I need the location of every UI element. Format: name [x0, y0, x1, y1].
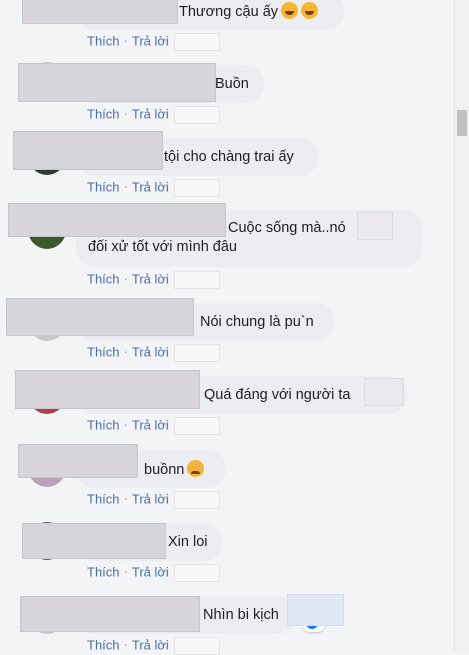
reply-link[interactable]: Trả lời — [132, 33, 169, 48]
redacted-timestamp — [173, 179, 220, 197]
redacted-name — [15, 370, 200, 409]
redacted-name — [13, 131, 163, 170]
like-link[interactable]: Thích — [87, 33, 120, 48]
scrollbar[interactable] — [454, 0, 469, 652]
like-link[interactable]: Thích — [87, 564, 120, 579]
separator: · — [123, 271, 128, 287]
redacted-timestamp — [173, 33, 220, 51]
separator: · — [123, 179, 128, 195]
comment-actions: Thích · Trả lời — [87, 417, 220, 435]
reply-link[interactable]: Trả lời — [132, 344, 169, 359]
comment-actions: Thích · Trả lời — [87, 637, 220, 655]
separator: · — [123, 33, 128, 49]
comment-actions: Thích · Trả lời — [87, 564, 220, 582]
reply-link[interactable]: Trả lời — [132, 491, 169, 506]
redacted-timestamp — [173, 491, 220, 509]
redacted-timestamp — [173, 344, 220, 362]
redacted-timestamp — [173, 637, 220, 655]
separator: · — [123, 344, 128, 360]
redacted-name — [20, 596, 200, 632]
like-link[interactable]: Thích — [87, 271, 120, 286]
laughing-crying-emoji-icon — [281, 2, 299, 19]
reply-link[interactable]: Trả lời — [132, 179, 169, 194]
like-link[interactable]: Thích — [87, 417, 120, 432]
redacted-timestamp — [173, 564, 220, 582]
comment-text: Xin loi — [168, 534, 208, 550]
comment-actions: Thích · Trả lời — [87, 33, 220, 51]
comment-text: Nhìn bi kịch — [203, 607, 279, 623]
reply-link[interactable]: Trả lời — [132, 564, 169, 579]
comment-text: Quá đáng với người ta — [204, 387, 351, 403]
like-link[interactable]: Thích — [87, 344, 120, 359]
redacted-timestamp — [173, 106, 220, 124]
reply-link[interactable]: Trả lời — [132, 417, 169, 432]
comment-text: đối xử tốt với mình đâu — [88, 239, 237, 255]
comment-text: Nói chung là pu`n — [200, 314, 314, 330]
redacted-name — [22, 523, 166, 559]
redacted-timestamp — [173, 417, 220, 435]
like-link[interactable]: Thích — [87, 106, 120, 121]
redacted-text — [357, 212, 393, 240]
comment-actions: Thích · Trả lời — [87, 344, 220, 362]
sad-face-emoji-icon — [187, 460, 205, 477]
separator: · — [123, 106, 128, 122]
comment-text: buồnn — [144, 462, 185, 478]
separator: · — [123, 637, 128, 653]
like-link[interactable]: Thích — [87, 637, 120, 652]
separator: · — [123, 491, 128, 507]
laughing-crying-emoji-icon — [301, 2, 319, 19]
redacted-name — [6, 298, 194, 336]
reply-link[interactable]: Trả lời — [132, 271, 169, 286]
redacted-text — [364, 378, 404, 406]
like-link[interactable]: Thích — [87, 491, 120, 506]
redacted-name — [18, 444, 138, 478]
redacted-name — [18, 63, 216, 102]
comment-text: Thương cậu ấy — [179, 4, 279, 20]
like-link[interactable]: Thích — [87, 179, 120, 194]
reply-link[interactable]: Trả lời — [132, 106, 169, 121]
comment-text: tội cho chàng trai ấy — [164, 149, 294, 165]
scrollbar-thumb[interactable] — [457, 110, 467, 136]
comment-actions: Thích · Trả lời — [87, 179, 220, 197]
reply-link[interactable]: Trả lời — [132, 637, 169, 652]
redacted-text — [287, 594, 344, 626]
redacted-name — [8, 203, 226, 237]
comment-actions: Thích · Trả lời — [87, 271, 220, 289]
comment-actions: Thích · Trả lời — [87, 106, 220, 124]
redacted-timestamp — [173, 271, 220, 289]
comment-text: Buồn — [215, 76, 249, 92]
redacted-name — [22, 0, 178, 24]
comment-actions: Thích · Trả lời — [87, 491, 220, 509]
separator: · — [123, 417, 128, 433]
separator: · — [123, 564, 128, 580]
